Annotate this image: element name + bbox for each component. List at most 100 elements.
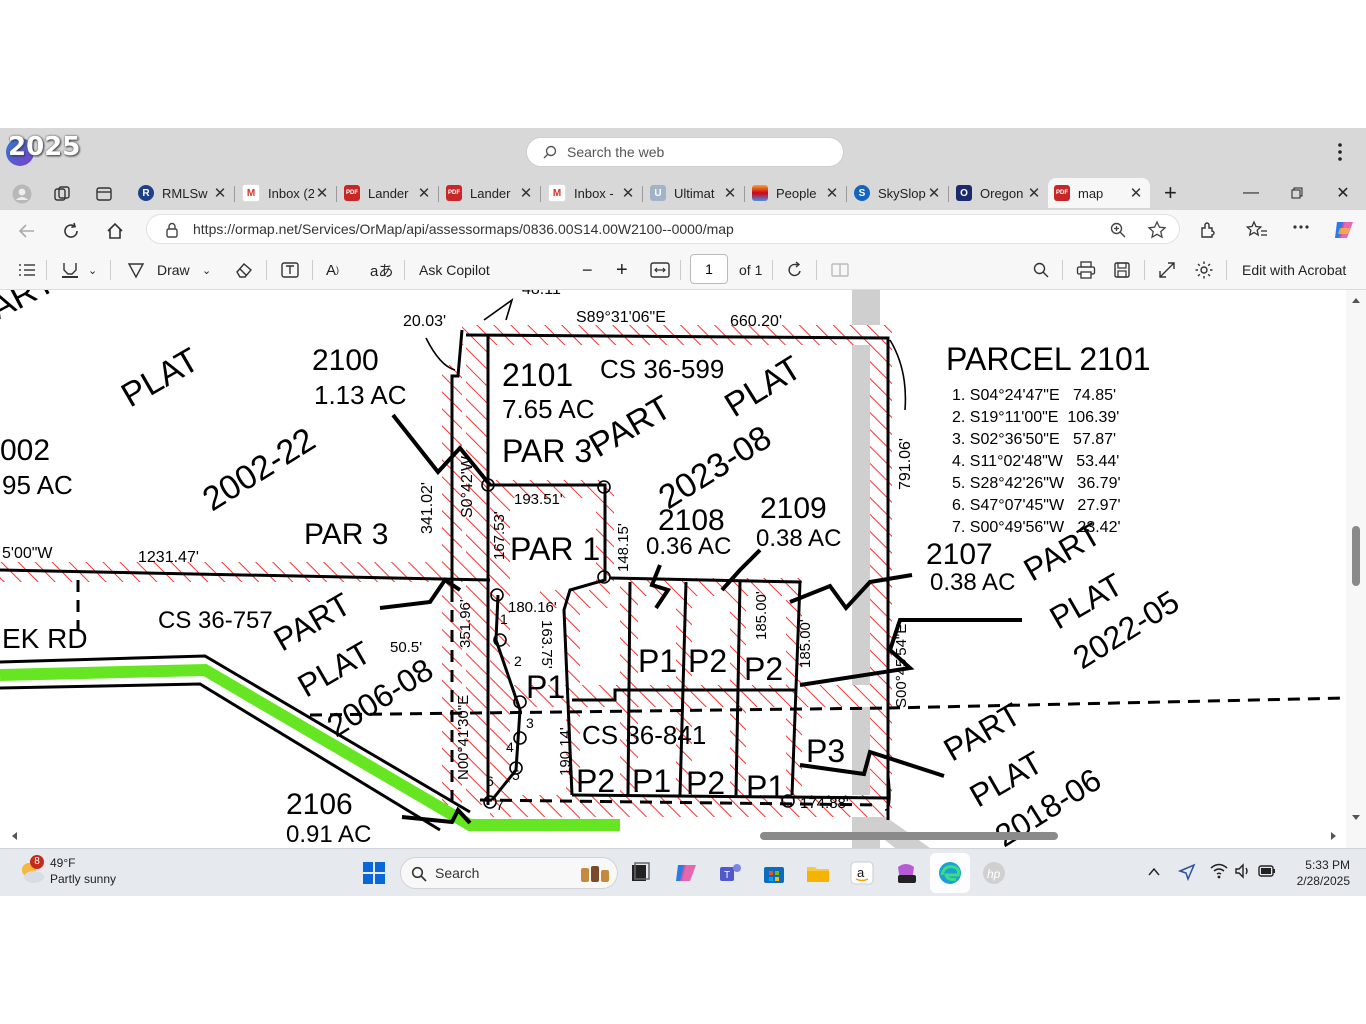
vertical-scrollbar[interactable] (1346, 290, 1366, 848)
close-icon[interactable]: ✕ (212, 184, 228, 202)
chevron-down-icon[interactable]: ⌄ (88, 258, 97, 282)
tab-rmls[interactable]: R RMLSw ✕ (132, 178, 234, 208)
zoom-icon[interactable] (1109, 221, 1127, 239)
people-favicon-icon (752, 185, 768, 201)
call-number-3: 3 (526, 715, 534, 731)
fit-page-icon[interactable] (650, 262, 670, 278)
tab-inbox-1[interactable]: M Inbox (2 ✕ (236, 178, 336, 208)
horizontal-scroll-thumb[interactable] (760, 832, 1058, 840)
lot-p2-d: P2 (686, 765, 725, 801)
scroll-up-icon[interactable] (1351, 296, 1361, 304)
tab-map[interactable]: PDF map ✕ (1048, 178, 1150, 208)
chevron-down-icon[interactable]: ⌄ (202, 258, 211, 282)
volume-icon[interactable] (1234, 863, 1252, 879)
tab-inbox-2[interactable]: M Inbox - ✕ (542, 178, 642, 208)
settings-more-icon[interactable] (1292, 224, 1310, 230)
fullscreen-icon[interactable] (1158, 261, 1176, 279)
tab-people[interactable]: People ✕ (746, 178, 846, 208)
close-icon[interactable]: ✕ (620, 184, 636, 202)
show-hidden-icons-icon[interactable] (1148, 867, 1160, 877)
wifi-icon[interactable] (1210, 863, 1228, 879)
hp-icon[interactable]: hp (980, 859, 1008, 887)
vertical-scroll-thumb[interactable] (1352, 526, 1360, 586)
tab-lander-1[interactable]: PDF Lander ✕ (338, 178, 438, 208)
close-icon[interactable]: ✕ (518, 184, 534, 202)
close-icon[interactable]: ✕ (1026, 184, 1042, 202)
address-bar[interactable]: https://ormap.net/Services/OrMap/api/ass… (146, 214, 1180, 244)
tab-oregon[interactable]: O Oregon ✕ (950, 178, 1048, 208)
copilot-icon[interactable] (1332, 218, 1356, 242)
svg-text:a: a (857, 865, 865, 880)
system-clock[interactable]: 5:33 PM 2/28/2025 (1280, 857, 1350, 889)
tab-lander-2[interactable]: PDF Lander ✕ (440, 178, 540, 208)
taskbar: 8 49°F Partly sunny Search T a hp 5:33 P… (0, 848, 1366, 896)
restore-button[interactable] (1274, 176, 1320, 210)
minimize-button[interactable]: — (1228, 176, 1274, 210)
pdf-document[interactable]: PART PLAT 2002-22 2100 1.13 AC 002 95 AC… (0, 290, 1366, 848)
contents-list-icon[interactable] (18, 262, 36, 278)
new-tab-button[interactable]: + (1158, 178, 1188, 208)
save-icon[interactable] (1113, 261, 1131, 279)
toolbar-separator (1226, 260, 1227, 280)
battery-icon[interactable] (1258, 864, 1276, 878)
refresh-button[interactable] (56, 216, 86, 246)
scroll-down-icon[interactable] (1351, 814, 1361, 822)
close-icon[interactable]: ✕ (722, 184, 738, 202)
page-number-input[interactable]: 1 (690, 254, 728, 284)
profile-icon[interactable] (12, 184, 32, 204)
settings-gear-icon[interactable] (1194, 260, 1214, 280)
draw-label[interactable]: Draw (157, 258, 190, 282)
favorite-star-icon[interactable] (1147, 220, 1167, 240)
scroll-right-icon[interactable] (1330, 831, 1338, 841)
tab-skyslope[interactable]: S SkySlop ✕ (848, 178, 948, 208)
workspaces-icon[interactable] (52, 184, 72, 204)
close-icon[interactable]: ✕ (824, 184, 840, 202)
read-aloud-icon[interactable]: A) (326, 258, 339, 282)
store-icon[interactable] (760, 859, 788, 887)
tab-label: Inbox (2 (268, 185, 314, 201)
horizontal-scrollbar[interactable] (0, 828, 1346, 844)
highlight-icon[interactable] (60, 261, 80, 279)
draw-icon[interactable] (126, 261, 146, 279)
distance-14815: 148.15' (615, 523, 632, 572)
edit-with-acrobat-button[interactable]: Edit with Acrobat (1242, 258, 1346, 282)
tab-separator (540, 186, 541, 202)
tab-ultimate[interactable]: U Ultimat ✕ (644, 178, 744, 208)
more-options-icon[interactable] (1332, 140, 1348, 164)
close-icon[interactable]: ✕ (416, 184, 432, 202)
eraser-icon[interactable] (234, 261, 254, 279)
file-explorer-icon[interactable] (804, 859, 832, 887)
translate-icon[interactable]: aあ (370, 258, 393, 282)
weather-widget[interactable]: 49°F Partly sunny (50, 855, 116, 887)
close-icon[interactable]: ✕ (314, 184, 330, 202)
edge-icon[interactable] (936, 859, 964, 887)
microsoft365-icon[interactable] (892, 859, 920, 887)
teams-icon[interactable]: T (716, 859, 744, 887)
taskbar-search[interactable]: Search (400, 857, 618, 889)
ask-copilot-button[interactable]: Ask Copilot (419, 258, 490, 282)
close-icon[interactable]: ✕ (926, 184, 942, 202)
tab-actions-icon[interactable] (94, 184, 114, 204)
zoom-out-icon[interactable]: − (582, 258, 593, 282)
task-view-icon[interactable] (626, 859, 654, 887)
copilot-taskbar-icon[interactable] (672, 859, 700, 887)
page-view-icon[interactable] (830, 262, 850, 278)
rotate-icon[interactable] (786, 261, 804, 279)
favorites-icon[interactable] (1246, 220, 1268, 240)
print-icon[interactable] (1076, 261, 1096, 279)
windows-start-icon[interactable] (360, 859, 388, 887)
close-window-button[interactable]: ✕ (1320, 176, 1366, 210)
extensions-icon[interactable] (1198, 220, 1218, 240)
back-button[interactable] (12, 216, 42, 246)
home-button[interactable] (100, 216, 130, 246)
scroll-left-icon[interactable] (10, 831, 18, 841)
web-search-placeholder: Search the web (567, 144, 665, 160)
find-icon[interactable] (1032, 261, 1050, 279)
amazon-icon[interactable]: a (848, 859, 876, 887)
text-box-icon[interactable] (280, 261, 300, 279)
web-search-box[interactable]: Search the web (526, 137, 844, 167)
zoom-in-icon[interactable]: + (616, 258, 628, 282)
close-icon[interactable]: ✕ (1128, 184, 1144, 202)
parcel-2100-acres: 1.13 AC (314, 380, 407, 410)
location-icon[interactable] (1178, 863, 1196, 881)
